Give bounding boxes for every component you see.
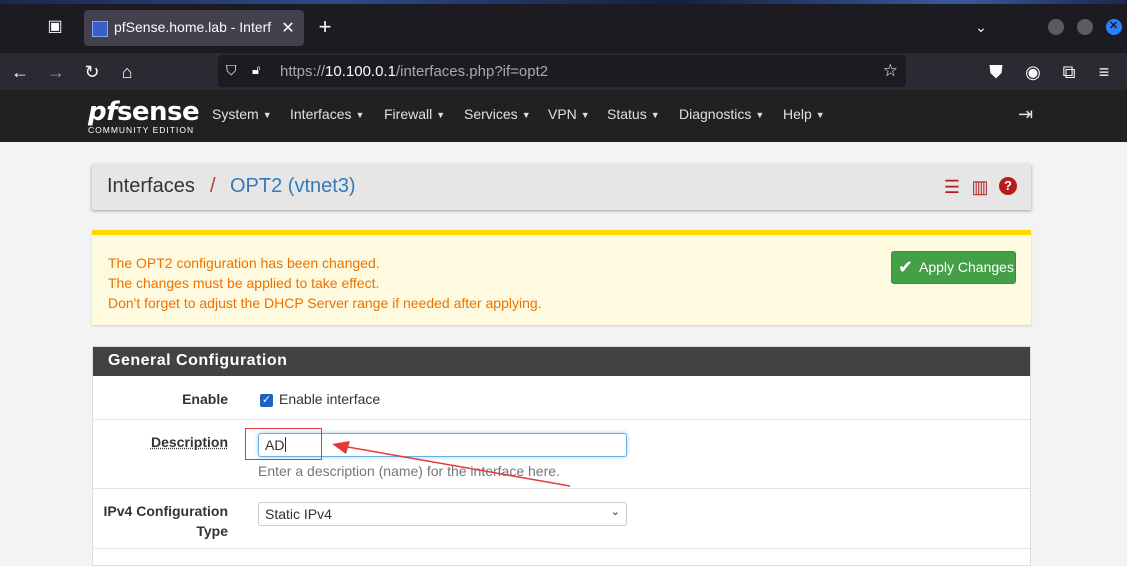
breadcrumb: Interfaces / OPT2 (vtnet3) ☰ ▥ ? bbox=[92, 164, 1031, 210]
back-arrow-icon[interactable]: ← bbox=[8, 60, 32, 84]
pfsense-logo[interactable]: pfsense COMMUNITY EDITION bbox=[88, 97, 200, 137]
url-path: /interfaces.php?if=opt2 bbox=[395, 63, 549, 80]
maximize-window-icon[interactable] bbox=[1077, 19, 1093, 35]
caret-down-icon: ▼ bbox=[521, 110, 531, 120]
tab-manager-icon[interactable]: ▣ bbox=[44, 16, 66, 38]
tracking-protection-shield-icon[interactable]: ⛉ bbox=[226, 62, 237, 79]
caret-down-icon: ▼ bbox=[650, 110, 660, 120]
changes-alert: The OPT2 configuration has been changed.… bbox=[92, 230, 1031, 325]
menu-label: Help bbox=[783, 106, 812, 122]
breadcrumb-current[interactable]: OPT2 (vtnet3) bbox=[230, 175, 356, 198]
bar-chart-icon[interactable]: ▥ bbox=[970, 177, 990, 197]
annotation-highlight-box bbox=[245, 428, 322, 460]
menu-label: Firewall bbox=[384, 106, 433, 122]
extensions-icon[interactable]: ⧉ bbox=[1057, 60, 1081, 84]
menu-vpn[interactable]: VPN ▼ bbox=[548, 106, 590, 122]
caret-down-icon: ▼ bbox=[355, 110, 365, 120]
check-icon: ✔ bbox=[898, 257, 914, 277]
minimize-window-icon[interactable] bbox=[1048, 19, 1064, 35]
pocket-icon[interactable]: ⛊ bbox=[984, 60, 1008, 84]
ipv4-type-label-line-2: Type bbox=[196, 523, 228, 539]
menu-label: Services bbox=[464, 106, 518, 122]
tab-title: pfSense.home.lab - Interf bbox=[114, 19, 272, 35]
description-label: Description bbox=[150, 434, 228, 450]
url-text[interactable]: https://10.100.0.1/interfaces.php?if=opt… bbox=[280, 63, 548, 80]
account-icon[interactable]: ◉ bbox=[1021, 60, 1045, 84]
ipv4-type-select[interactable]: Static IPv4 ⌄ bbox=[258, 502, 627, 526]
logo-sense: sense bbox=[116, 97, 200, 127]
url-prefix: https:// bbox=[280, 63, 326, 80]
alert-line-3: Don't forget to adjust the DHCP Server r… bbox=[108, 295, 542, 311]
logout-icon[interactable]: ⇥ bbox=[1018, 104, 1033, 125]
menu-firewall[interactable]: Firewall ▼ bbox=[384, 106, 445, 122]
list-all-tabs-chevron-icon[interactable]: ⌄ bbox=[970, 16, 992, 38]
menu-help[interactable]: Help ▼ bbox=[783, 106, 825, 122]
reload-icon[interactable]: ↻ bbox=[80, 60, 104, 84]
chevron-down-icon: ⌄ bbox=[610, 506, 620, 518]
logo-pf: pf bbox=[88, 97, 117, 127]
pfsense-favicon-icon bbox=[92, 21, 108, 37]
logo-edition: COMMUNITY EDITION bbox=[88, 125, 195, 135]
enable-label: Enable bbox=[182, 391, 228, 407]
browser-tab-bar: ▣ pfSense.home.lab - Interf ✕ + ⌄ bbox=[0, 0, 1127, 53]
enable-interface-label[interactable]: Enable interface bbox=[279, 391, 380, 407]
menu-label: System bbox=[212, 106, 259, 122]
new-tab-icon[interactable]: + bbox=[314, 16, 336, 38]
browser-tab-active[interactable]: pfSense.home.lab - Interf ✕ bbox=[84, 10, 304, 46]
menu-interfaces[interactable]: Interfaces ▼ bbox=[290, 106, 364, 122]
home-icon[interactable]: ⌂ bbox=[115, 60, 139, 84]
close-window-icon[interactable] bbox=[1106, 19, 1122, 35]
pfsense-navbar: pfsense COMMUNITY EDITION System ▼ Interf… bbox=[0, 90, 1127, 142]
enable-row bbox=[93, 376, 1030, 420]
caret-down-icon: ▼ bbox=[815, 110, 825, 120]
annotation-arrow-icon bbox=[332, 441, 571, 487]
caret-down-icon: ▼ bbox=[580, 110, 590, 120]
caret-down-icon: ▼ bbox=[436, 110, 446, 120]
apply-changes-button[interactable]: ✔ Apply Changes bbox=[891, 251, 1016, 284]
menu-services[interactable]: Services ▼ bbox=[464, 106, 531, 122]
alert-line-2: The changes must be applied to take effe… bbox=[108, 275, 380, 291]
ipv4-type-selected: Static IPv4 bbox=[265, 506, 332, 522]
site-lock-icon[interactable]: 🔓︎ bbox=[252, 62, 260, 78]
menu-status[interactable]: Status ▼ bbox=[607, 106, 660, 122]
ipv4-type-label-line-1: IPv4 Configuration bbox=[103, 503, 228, 519]
breadcrumb-section[interactable]: Interfaces bbox=[107, 175, 195, 198]
url-bar[interactable]: ⛉ 🔓︎ https://10.100.0.1/interfaces.php?i… bbox=[218, 55, 906, 87]
url-host: 10.100.0.1 bbox=[325, 63, 396, 80]
forward-arrow-icon[interactable]: → bbox=[44, 60, 68, 84]
panel-title: General Configuration bbox=[108, 352, 288, 369]
alert-line-1: The OPT2 configuration has been changed. bbox=[108, 255, 380, 271]
menu-label: VPN bbox=[548, 106, 577, 122]
hamburger-menu-icon[interactable]: ≡ bbox=[1092, 60, 1116, 84]
window-top-stripe bbox=[0, 0, 1127, 4]
tab-close-icon[interactable]: ✕ bbox=[280, 18, 296, 37]
menu-label: Status bbox=[607, 106, 647, 122]
bookmark-star-icon[interactable]: ☆ bbox=[883, 61, 898, 81]
panel-heading: General Configuration bbox=[93, 347, 1030, 376]
logo-brand: pfsense bbox=[88, 97, 200, 127]
apply-changes-label: Apply Changes bbox=[919, 259, 1014, 275]
caret-down-icon: ▼ bbox=[262, 110, 272, 120]
menu-diagnostics[interactable]: Diagnostics ▼ bbox=[679, 106, 764, 122]
browser-nav-bar: ← → ↻ ⌂ ⛉ 🔓︎ https://10.100.0.1/interfac… bbox=[0, 53, 1127, 90]
menu-label: Diagnostics bbox=[679, 106, 752, 122]
menu-system[interactable]: System ▼ bbox=[212, 106, 272, 122]
caret-down-icon: ▼ bbox=[755, 110, 765, 120]
enable-interface-checkbox[interactable]: ✓ bbox=[260, 394, 273, 407]
breadcrumb-separator: / bbox=[210, 175, 216, 197]
settings-sliders-icon[interactable]: ☰ bbox=[942, 177, 962, 197]
menu-label: Interfaces bbox=[290, 106, 352, 122]
help-question-icon[interactable]: ? bbox=[999, 177, 1017, 195]
